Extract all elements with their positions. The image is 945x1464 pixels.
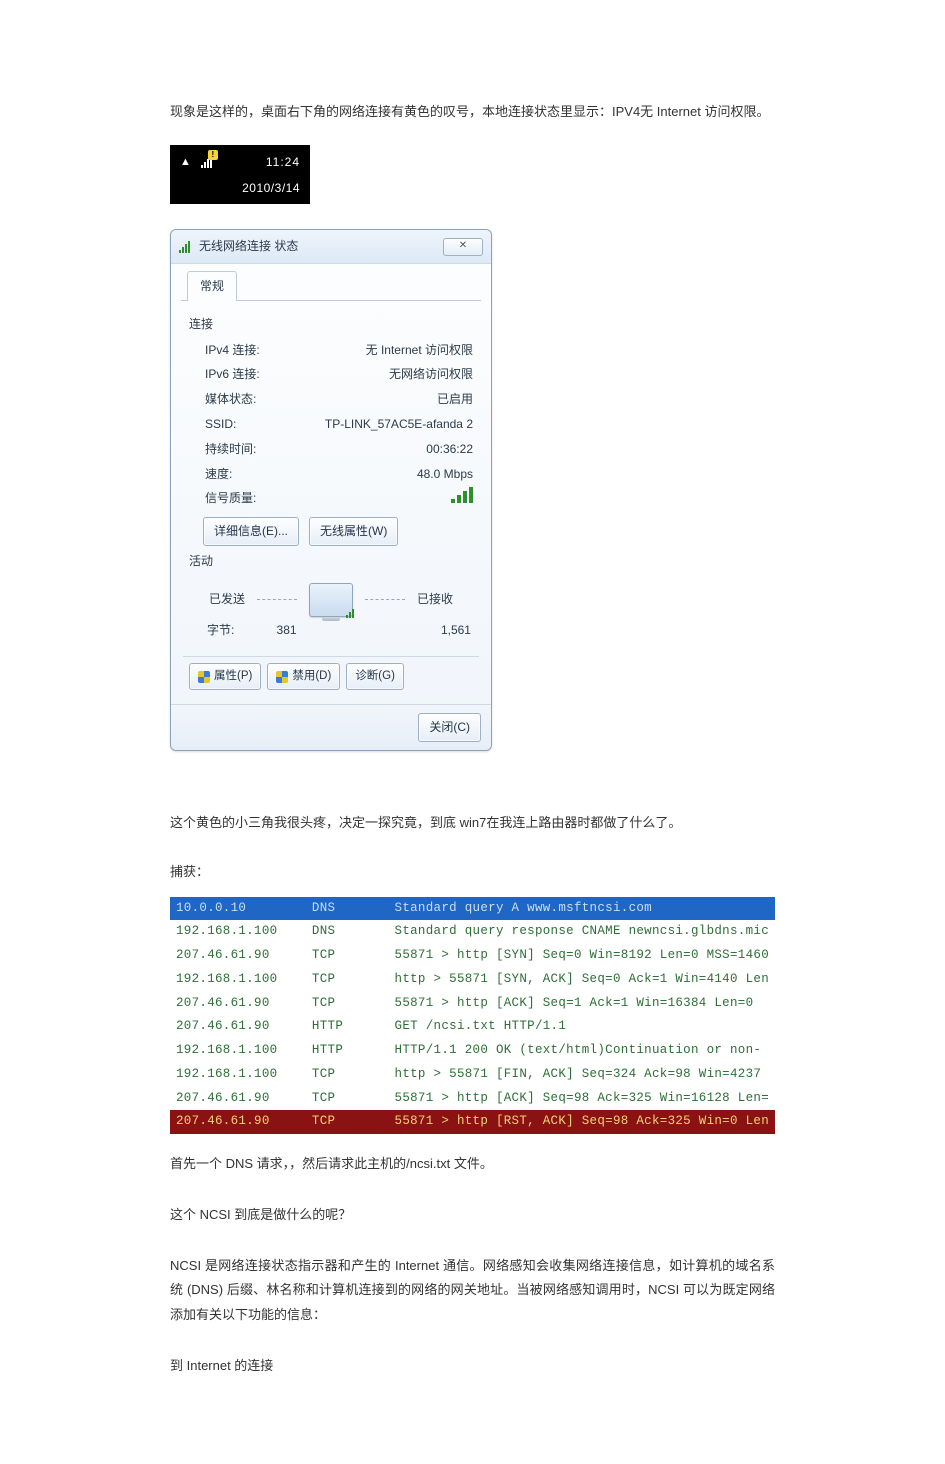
article-p1: 现象是这样的，桌面右下角的网络连接有黄色的叹号，本地连接状态里显示：IPV4无 …	[170, 100, 775, 125]
media-value: 已启用	[437, 388, 473, 411]
packet-row: 207.46.61.90TCP55871 > http [ACK] Seq=1 …	[170, 992, 775, 1016]
wireless-props-button[interactable]: 无线属性(W)	[309, 517, 398, 546]
tray-date: 2010/3/14	[180, 177, 300, 200]
recv-label: 已接收	[417, 588, 453, 611]
wifi-signal-icon	[179, 241, 193, 253]
ssid-value: TP-LINK_57AC5E-afanda 2	[325, 413, 473, 436]
disable-button[interactable]: 禁用(D)	[267, 663, 340, 691]
media-label: 媒体状态:	[205, 388, 256, 411]
bytes-label: 字节:	[207, 619, 234, 642]
properties-button[interactable]: 属性(P)	[189, 663, 261, 691]
details-button[interactable]: 详细信息(E)...	[203, 517, 299, 546]
systray-image: ▲ ! 11:24 2010/3/14	[170, 145, 310, 205]
duration-value: 00:36:22	[426, 438, 473, 461]
bytes-sent-value: 381	[277, 619, 297, 642]
activity-monitor-icon	[309, 583, 353, 617]
ipv4-label: IPv4 连接:	[205, 339, 260, 362]
packet-row: 207.46.61.90TCP55871 > http [RST, ACK] S…	[170, 1110, 775, 1134]
packet-row: 192.168.1.100DNSStandard query response …	[170, 920, 775, 944]
packet-row: 192.168.1.100TCPhttp > 55871 [FIN, ACK] …	[170, 1063, 775, 1087]
tab-general[interactable]: 常规	[187, 271, 237, 301]
group-connection: 连接	[189, 313, 475, 336]
packet-row: 192.168.1.100HTTPHTTP/1.1 200 OK (text/h…	[170, 1039, 775, 1063]
article-p4: 首先一个 DNS 请求，，然后请求此主机的/ncsi.txt 文件。	[170, 1152, 775, 1177]
speed-value: 48.0 Mbps	[417, 463, 473, 486]
packet-row: 207.46.61.90HTTPGET /ncsi.txt HTTP/1.1	[170, 1015, 775, 1039]
article-p3: 捕获：	[170, 860, 775, 885]
ipv4-value: 无 Internet 访问权限	[366, 339, 473, 362]
ipv6-label: IPv6 连接:	[205, 363, 260, 386]
wifi-status-dialog: 无线网络连接 状态 ✕ 常规 连接 IPv4 连接: 无 Internet 访问权…	[170, 229, 492, 751]
article-p6: NCSI 是网络连接状态指示器和产生的 Internet 通信。网络感知会收集网…	[170, 1254, 775, 1328]
article-p5: 这个 NCSI 到底是做什么的呢？	[170, 1203, 775, 1228]
article-p2: 这个黄色的小三角我很头疼，决定一探究竟，到底 win7在我连上路由器时都做了什么…	[170, 811, 775, 836]
close-button[interactable]: 关闭(C)	[418, 713, 481, 742]
packet-row: 207.46.61.90TCP55871 > http [ACK] Seq=98…	[170, 1087, 775, 1111]
signal-quality-label: 信号质量:	[205, 487, 256, 510]
ssid-label: SSID:	[205, 413, 236, 436]
bytes-recv-value: 1,561	[441, 619, 471, 642]
packet-row: 207.46.61.90TCP55871 > http [SYN] Seq=0 …	[170, 944, 775, 968]
diagnose-button[interactable]: 诊断(G)	[346, 663, 404, 691]
packet-row: 10.0.0.10DNSStandard query A www.msftncs…	[170, 897, 775, 921]
wifi-with-exclaim-icon: !	[201, 156, 212, 168]
group-activity: 活动	[189, 550, 475, 573]
dialog-close-button[interactable]: ✕	[443, 238, 483, 256]
signal-quality-bars-icon	[451, 487, 473, 503]
ipv6-value: 无网络访问权限	[389, 363, 473, 386]
tray-arrow-icon: ▲	[180, 152, 191, 173]
speed-label: 速度:	[205, 463, 232, 486]
article-p7: 到 Internet 的连接	[170, 1354, 775, 1379]
dialog-title: 无线网络连接 状态	[199, 235, 443, 258]
packet-row: 192.168.1.100TCPhttp > 55871 [SYN, ACK] …	[170, 968, 775, 992]
tray-time: 11:24	[266, 151, 300, 174]
shield-icon	[198, 671, 210, 683]
duration-label: 持续时间:	[205, 438, 256, 461]
shield-icon	[276, 671, 288, 683]
packet-capture-table: 10.0.0.10DNSStandard query A www.msftncs…	[170, 897, 775, 1135]
sent-label: 已发送	[209, 588, 245, 611]
